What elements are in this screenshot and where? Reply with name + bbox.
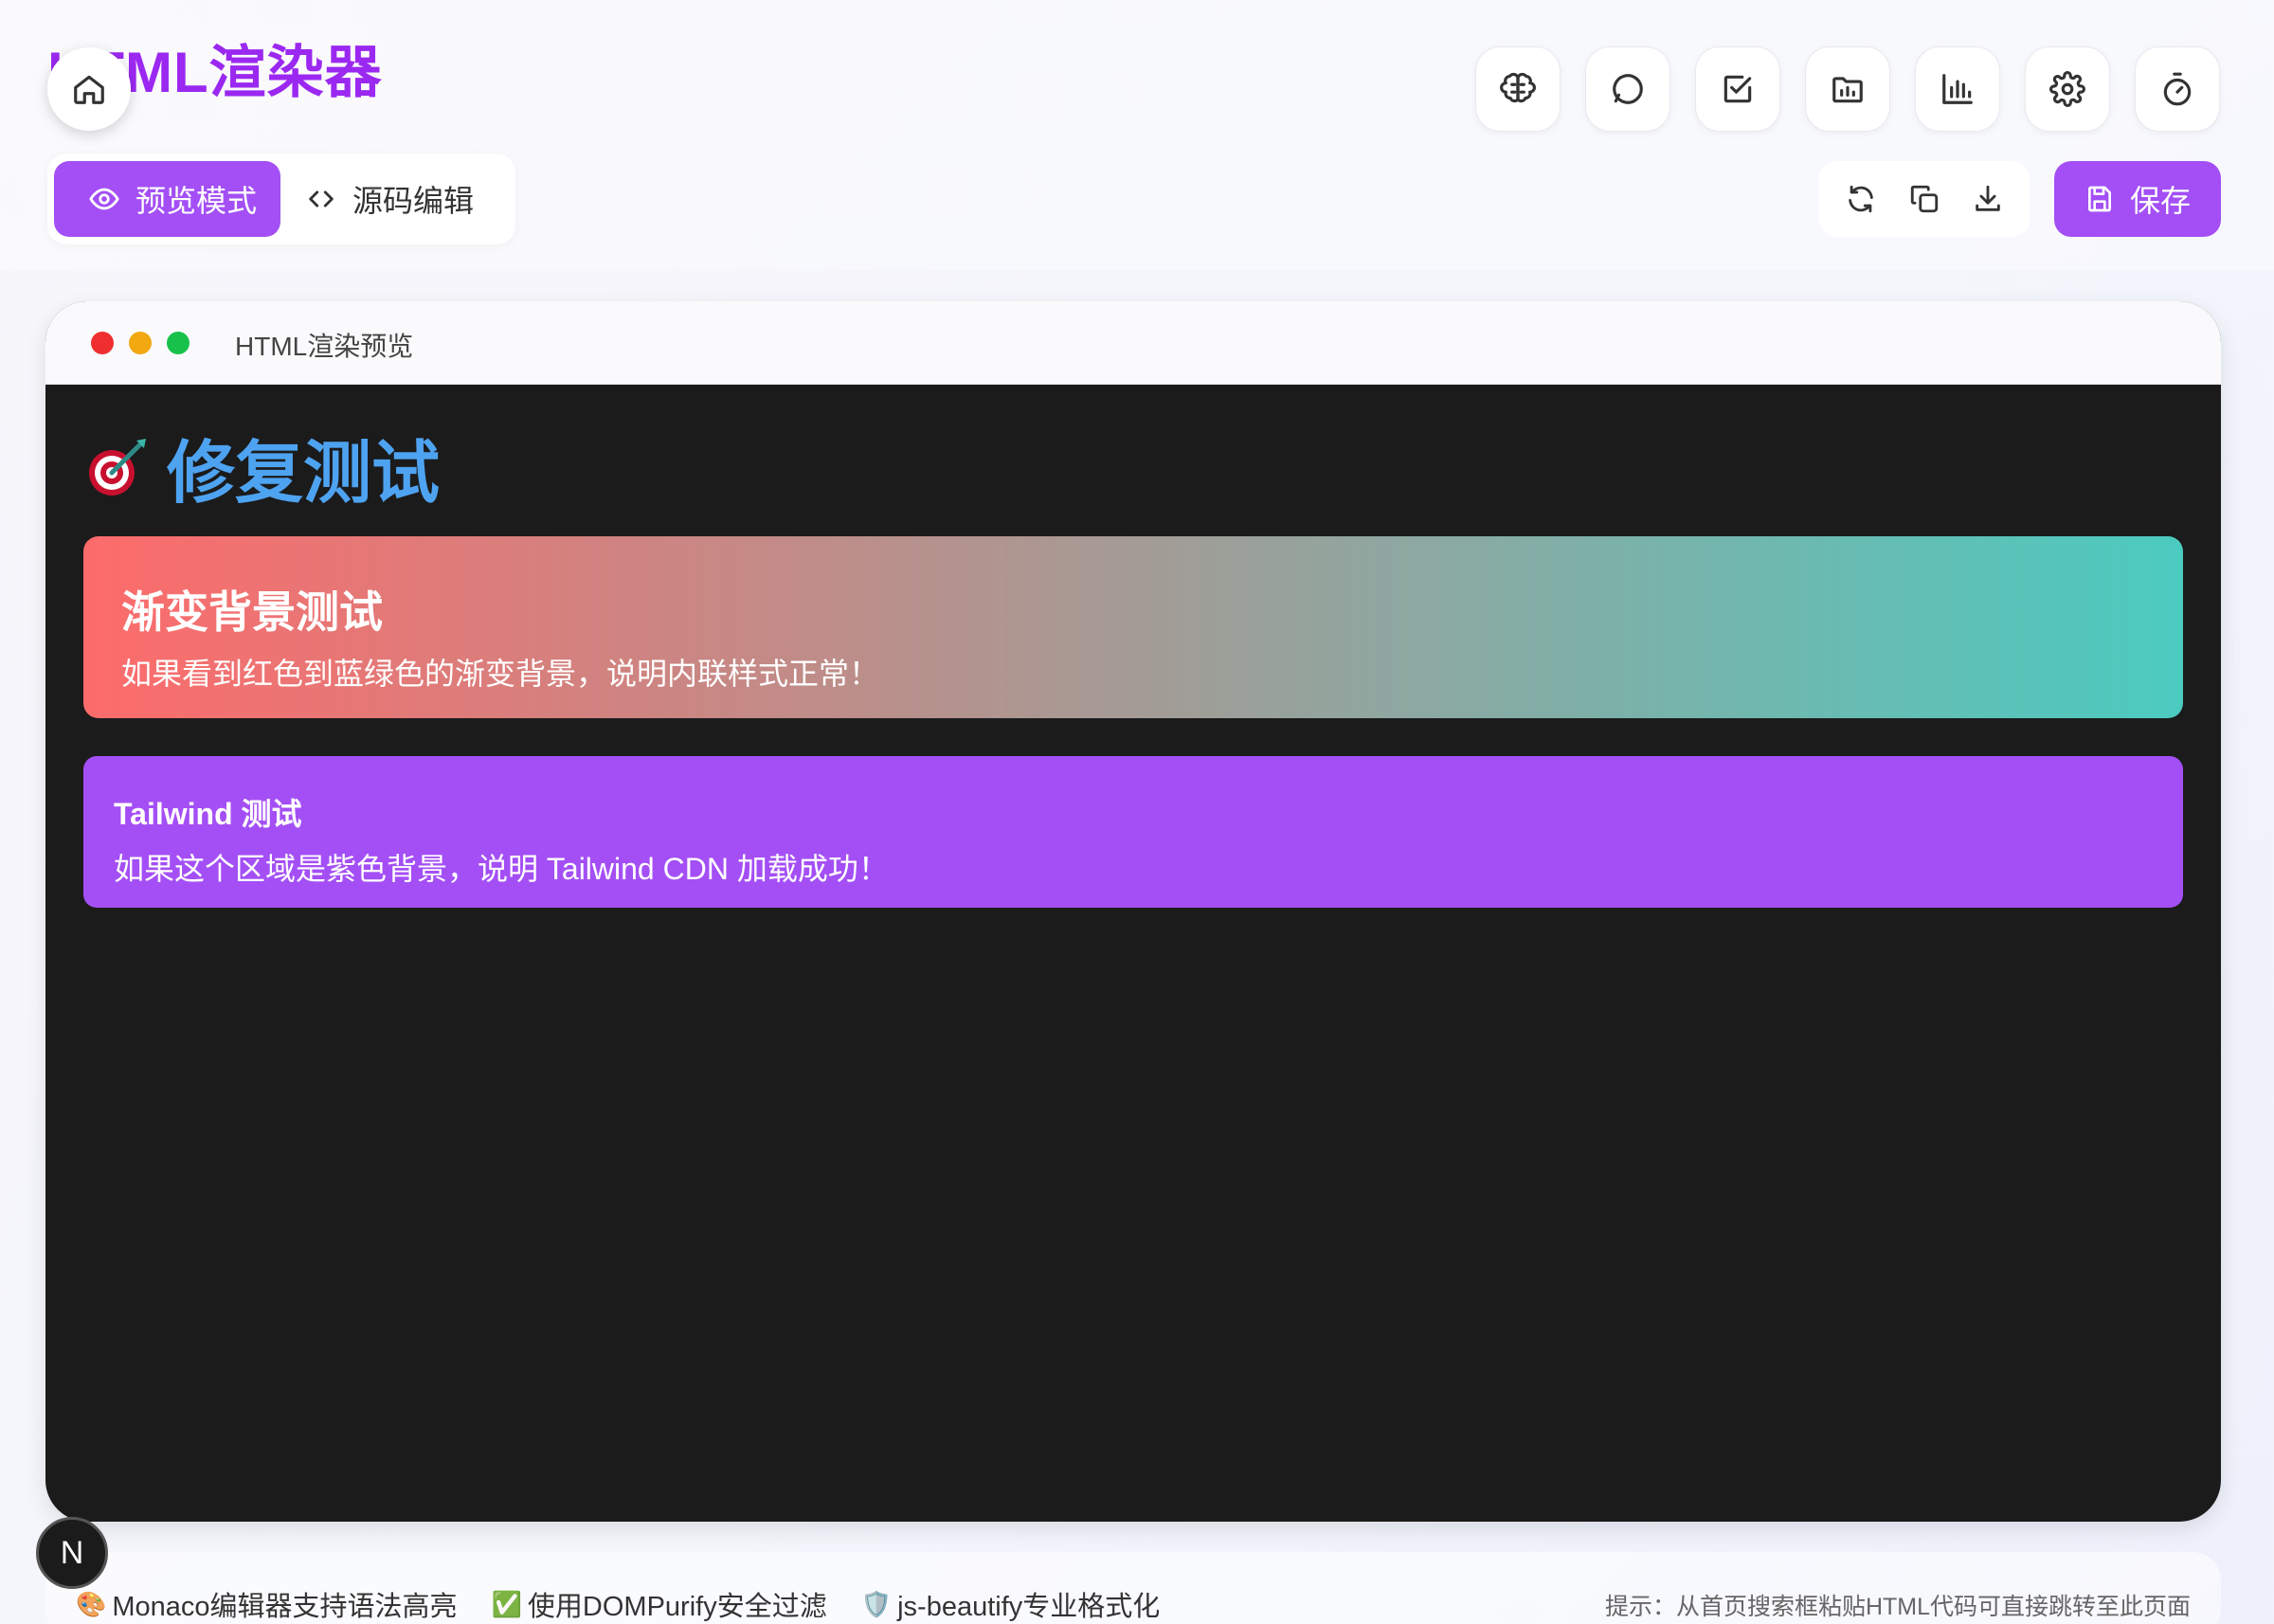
page-heading: 修复测试 [83, 417, 440, 516]
source-edit-button[interactable]: 源码编辑 [305, 161, 474, 237]
brain-button[interactable] [1475, 46, 1561, 132]
feature-text: 使用DOMPurify安全过滤 [527, 1592, 827, 1622]
checkbox-icon [1724, 75, 1752, 103]
stats-button[interactable] [1915, 46, 2000, 132]
window-title-bar: HTML渲染预览 [45, 301, 2221, 385]
home-icon [74, 75, 104, 104]
window-maximize-dot [167, 332, 190, 354]
rendered-page: 修复测试 渐变背景测试 如果看到红色到蓝绿色的渐变背景，说明内联样式正常！ Ta… [45, 385, 2221, 1522]
check-mark-icon: ✅ [491, 1589, 522, 1618]
dart-target-icon [89, 438, 146, 496]
dev-tools-badge[interactable]: N [36, 1517, 108, 1589]
gradient-card-description: 如果看到红色到蓝绿色的渐变背景，说明内联样式正常！ [121, 657, 880, 691]
mode-toggle: 预览模式 源码编辑 [47, 153, 515, 244]
chat-button[interactable] [1585, 46, 1670, 132]
gear-icon [2049, 71, 2085, 107]
window-close-dot [91, 332, 114, 354]
feature-text: Monaco编辑器支持语法高亮 [112, 1592, 458, 1622]
folder-button[interactable] [1805, 46, 1890, 132]
shield-icon: 🛡️ [860, 1589, 893, 1618]
feature-item-dompurify: ✅ 使用DOMPurify安全过滤 [492, 1584, 827, 1624]
tailwind-test-card: Tailwind 测试 如果这个区域是紫色背景，说明 Tailwind CDN … [83, 756, 2183, 908]
feature-text: js-beautify专业格式化 [897, 1592, 1161, 1622]
feature-list: 🎨 Monaco编辑器支持语法高亮 ✅ 使用DOMPurify安全过滤 🛡️ j… [76, 1584, 1160, 1624]
top-toolbar [1475, 46, 2220, 132]
home-button[interactable] [47, 47, 131, 131]
feature-item-monaco: 🎨 Monaco编辑器支持语法高亮 [76, 1584, 458, 1624]
settings-button[interactable] [2025, 46, 2110, 132]
preview-mode-button[interactable]: 预览模式 [54, 161, 280, 237]
copy-icon[interactable] [1908, 183, 1940, 215]
download-icon[interactable] [1972, 183, 2004, 215]
folder-chart-icon [1832, 77, 1863, 103]
tailwind-card-title: Tailwind 测试 [114, 797, 302, 831]
tasks-button[interactable] [1695, 46, 1780, 132]
window-title: HTML渲染预览 [235, 332, 414, 361]
gradient-card-title: 渐变背景测试 [121, 587, 383, 637]
save-icon [2087, 186, 2111, 212]
save-button[interactable]: 保存 [2054, 161, 2221, 237]
save-label: 保存 [2129, 184, 2191, 218]
window-minimize-dot [129, 332, 152, 354]
footer-hint: 提示：从首页搜索框粘贴HTML代码可直接跳转至此页面 [1604, 1594, 2191, 1620]
app-header: HTML渲染器 预览模式 源码编辑 保存 [0, 0, 2274, 270]
brain-icon [1500, 72, 1536, 103]
page-heading-text: 修复测试 [167, 436, 441, 512]
tailwind-card-description: 如果这个区域是紫色背景，说明 Tailwind CDN 加载成功！ [114, 852, 889, 886]
timer-button[interactable] [2135, 46, 2220, 132]
preview-actions [1819, 161, 2030, 237]
feature-item-beautify: 🛡️ js-beautify专业格式化 [861, 1584, 1161, 1624]
footer-bar: 🎨 Monaco编辑器支持语法高亮 ✅ 使用DOMPurify安全过滤 🛡️ j… [45, 1552, 2221, 1624]
chat-icon [1613, 74, 1643, 104]
bar-chart-icon [1942, 74, 1973, 104]
preview-window: HTML渲染预览 修复测试 渐变背景测试 如果看到红色到蓝绿色的渐变背景，说明内… [45, 301, 2221, 1522]
refresh-icon[interactable] [1845, 183, 1877, 215]
eye-icon [89, 188, 119, 210]
code-icon [309, 190, 334, 208]
palette-icon: 🎨 [76, 1589, 107, 1618]
source-edit-label: 源码编辑 [352, 184, 475, 218]
gradient-test-card: 渐变背景测试 如果看到红色到蓝绿色的渐变背景，说明内联样式正常！ [83, 536, 2183, 718]
preview-mode-label: 预览模式 [135, 184, 258, 218]
timer-icon [2163, 72, 2192, 106]
